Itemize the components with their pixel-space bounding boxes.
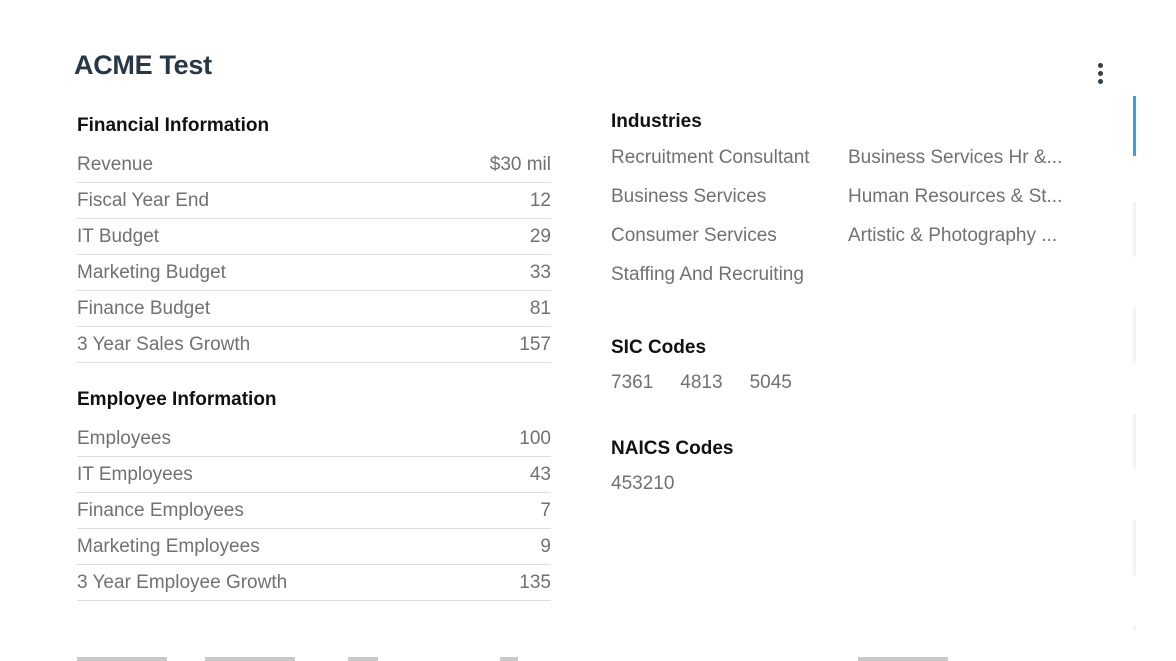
row-value: $30 mil — [489, 153, 551, 175]
menu-dot — [1097, 78, 1103, 84]
table-row: Marketing Employees 9 — [77, 529, 551, 565]
row-value: 43 — [529, 463, 551, 485]
row-label: Marketing Employees — [77, 535, 260, 557]
clipped-text — [205, 657, 295, 661]
row-label: IT Employees — [77, 463, 193, 485]
row-value: 7 — [540, 499, 551, 521]
row-label: 3 Year Employee Growth — [77, 571, 288, 593]
industries-heading: Industries — [611, 111, 702, 132]
menu-dot — [1097, 70, 1103, 76]
menu-dot — [1097, 62, 1103, 68]
row-label: IT Budget — [77, 225, 160, 247]
table-row: 3 Year Employee Growth 135 — [77, 565, 551, 601]
row-value: 81 — [529, 297, 551, 319]
table-row: Fiscal Year End 12 — [77, 183, 551, 219]
sic-heading: SIC Codes — [611, 337, 707, 358]
row-value: 9 — [540, 535, 551, 557]
list-item: Staffing And Recruiting — [611, 264, 804, 285]
company-details-page: ACME Test Financial Information Revenue … — [0, 0, 1176, 661]
row-label: Revenue — [77, 153, 154, 175]
table-row: Employees 100 — [77, 421, 551, 457]
more-vertical-icon[interactable] — [1092, 58, 1108, 88]
row-value: 135 — [519, 571, 551, 593]
row-label: 3 Year Sales Growth — [77, 333, 251, 355]
sic-code-list: 7361 4813 5045 — [611, 372, 792, 394]
clipped-next-section — [0, 651, 1176, 661]
sic-code: 7361 — [611, 372, 654, 393]
list-item: Consumer Services — [611, 225, 777, 246]
clipped-text — [858, 657, 948, 661]
list-item: Business Services Hr &... — [848, 147, 1063, 168]
table-row: 3 Year Sales Growth 157 — [77, 327, 551, 363]
table-row: IT Budget 29 — [77, 219, 551, 255]
table-row: Revenue $30 mil — [77, 147, 551, 183]
financial-table: Revenue $30 mil Fiscal Year End 12 IT Bu… — [77, 147, 551, 363]
clipped-text — [77, 657, 167, 661]
list-item: Business Services — [611, 186, 767, 207]
row-value: 157 — [519, 333, 551, 355]
clipped-text — [500, 657, 518, 661]
list-item: Human Resources & St... — [848, 186, 1063, 207]
list-item: Recruitment Consultant — [611, 147, 810, 168]
sic-code: 5045 — [749, 372, 792, 393]
row-value: 12 — [529, 189, 551, 211]
clipped-text — [348, 657, 378, 661]
naics-code: 453210 — [611, 473, 675, 494]
row-label: Employees — [77, 427, 171, 449]
page-title: ACME Test — [74, 50, 212, 80]
table-row: Marketing Budget 33 — [77, 255, 551, 291]
industries-list: Recruitment Consultant Business Services… — [611, 138, 1068, 294]
row-label: Marketing Budget — [77, 261, 226, 283]
naics-heading: NAICS Codes — [611, 438, 734, 459]
sic-code: 4813 — [680, 372, 723, 393]
table-row: Finance Employees 7 — [77, 493, 551, 529]
row-label: Finance Employees — [77, 499, 244, 521]
row-label: Finance Budget — [77, 297, 211, 319]
row-value: 100 — [519, 427, 551, 449]
row-value: 29 — [529, 225, 551, 247]
table-row: IT Employees 43 — [77, 457, 551, 493]
naics-code-list: 453210 — [611, 473, 674, 495]
row-label: Fiscal Year End — [77, 189, 210, 211]
table-row: Finance Budget 81 — [77, 291, 551, 327]
scrollbar-thumb[interactable] — [1133, 96, 1136, 156]
financial-heading: Financial Information — [77, 115, 270, 136]
employee-heading: Employee Information — [77, 389, 277, 410]
list-item: Artistic & Photography ... — [848, 225, 1058, 246]
scrollbar-track[interactable] — [1133, 96, 1136, 631]
row-value: 33 — [529, 261, 551, 283]
employee-table: Employees 100 IT Employees 43 Finance Em… — [77, 421, 551, 601]
